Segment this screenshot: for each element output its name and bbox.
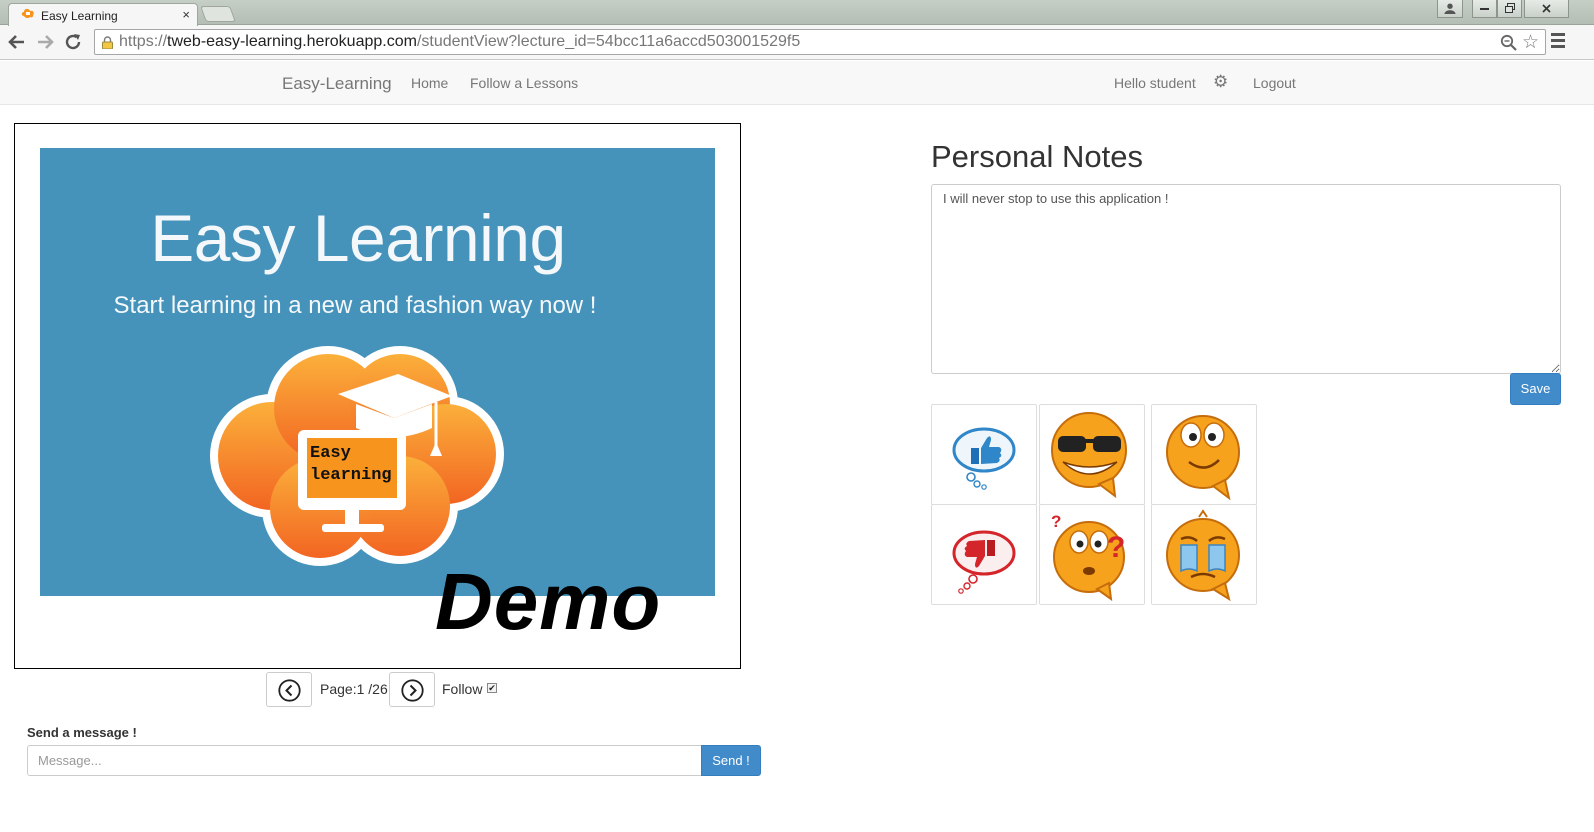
browser-tab[interactable]: Easy Learning × (8, 3, 198, 26)
gear-icon[interactable]: ⚙ (1213, 72, 1228, 92)
follow-checkbox[interactable]: ✔ (487, 683, 497, 693)
slide-title: Easy Learning (150, 201, 566, 275)
user-icon (1437, 0, 1463, 18)
forward-icon (38, 35, 54, 49)
back-icon (8, 35, 24, 49)
easy-learning-logo-icon: Easy learning (210, 346, 504, 566)
svg-text:learning: learning (310, 466, 392, 485)
nav-logout-link[interactable]: Logout (1253, 75, 1296, 91)
lock-icon (102, 36, 113, 49)
notes-title: Personal Notes (931, 139, 1143, 174)
page-indicator: Page:1 /26 (320, 681, 388, 697)
svg-text:Easy: Easy (310, 444, 351, 463)
reaction-thumbs-up[interactable] (931, 404, 1037, 505)
thumbs-up-icon (952, 427, 1016, 490)
previous-page-button[interactable] (266, 672, 312, 707)
brand-link[interactable]: Easy-Learning (282, 74, 392, 94)
happy-smiley-icon (1166, 414, 1240, 500)
cool-smiley-icon (1051, 411, 1127, 498)
reload-icon (65, 34, 81, 50)
reaction-crying[interactable] (1151, 504, 1257, 605)
chevron-left-circle-icon (278, 679, 301, 702)
nav-home-link[interactable]: Home (411, 75, 448, 91)
next-page-button[interactable] (389, 672, 435, 707)
notes-textarea[interactable]: I will never stop to use this applicatio… (931, 184, 1561, 374)
close-window-button[interactable] (1524, 0, 1569, 18)
nav-greeting[interactable]: Hello student (1114, 75, 1196, 91)
tab-close-icon[interactable]: × (182, 7, 190, 22)
close-icon (1524, 0, 1569, 18)
slide-subtitle: Start learning in a new and fashion way … (113, 292, 597, 319)
reaction-cool[interactable] (1039, 404, 1145, 505)
browser-titlebar: Easy Learning × (0, 0, 1594, 26)
site-favicon-icon (21, 8, 34, 19)
thumbs-down-icon (952, 530, 1016, 594)
tab-title: Easy Learning (41, 9, 118, 23)
reaction-happy[interactable] (1151, 404, 1257, 505)
reaction-thumbs-down[interactable] (931, 504, 1037, 605)
message-label: Send a message ! (27, 725, 137, 740)
new-tab-button[interactable] (200, 6, 236, 22)
send-message-button[interactable]: Send ! (701, 745, 761, 776)
slide-image: Easy Learning Start learning in a new an… (40, 148, 715, 596)
follow-label: Follow (442, 681, 483, 697)
save-notes-button[interactable]: Save (1510, 373, 1561, 405)
reload-button[interactable] (62, 31, 84, 53)
browser-menu-button[interactable] (1551, 33, 1565, 49)
user-profile-button[interactable] (1437, 0, 1463, 18)
star-icon[interactable]: ☆ (1522, 31, 1539, 54)
nav-follow-lessons-link[interactable]: Follow a Lessons (470, 75, 578, 91)
back-button[interactable] (6, 31, 28, 53)
maximize-button[interactable] (1497, 0, 1522, 18)
browser-toolbar: https://tweb-easy-learning.herokuapp.com… (0, 25, 1594, 60)
slide-viewer: Easy Learning Start learning in a new an… (14, 123, 741, 669)
reaction-confused[interactable]: ? ? (1039, 504, 1145, 605)
message-input[interactable] (27, 745, 702, 776)
zoom-icon[interactable] (1500, 34, 1517, 51)
confused-smiley-icon: ? ? (1051, 512, 1125, 601)
forward-button[interactable] (34, 31, 56, 53)
minimize-icon (1472, 0, 1497, 18)
crying-smiley-icon (1166, 508, 1240, 601)
chevron-right-circle-icon (401, 679, 424, 702)
app-navbar: Easy-Learning Home Follow a Lessons Hell… (0, 61, 1594, 105)
address-bar[interactable]: https://tweb-easy-learning.herokuapp.com… (94, 29, 1546, 55)
demo-watermark: Demo (435, 557, 662, 646)
minimize-button[interactable] (1472, 0, 1497, 18)
svg-text:?: ? (1051, 512, 1061, 531)
svg-text:?: ? (1107, 531, 1125, 564)
url-text: https://tweb-easy-learning.herokuapp.com… (119, 33, 801, 50)
restore-icon (1497, 0, 1522, 18)
